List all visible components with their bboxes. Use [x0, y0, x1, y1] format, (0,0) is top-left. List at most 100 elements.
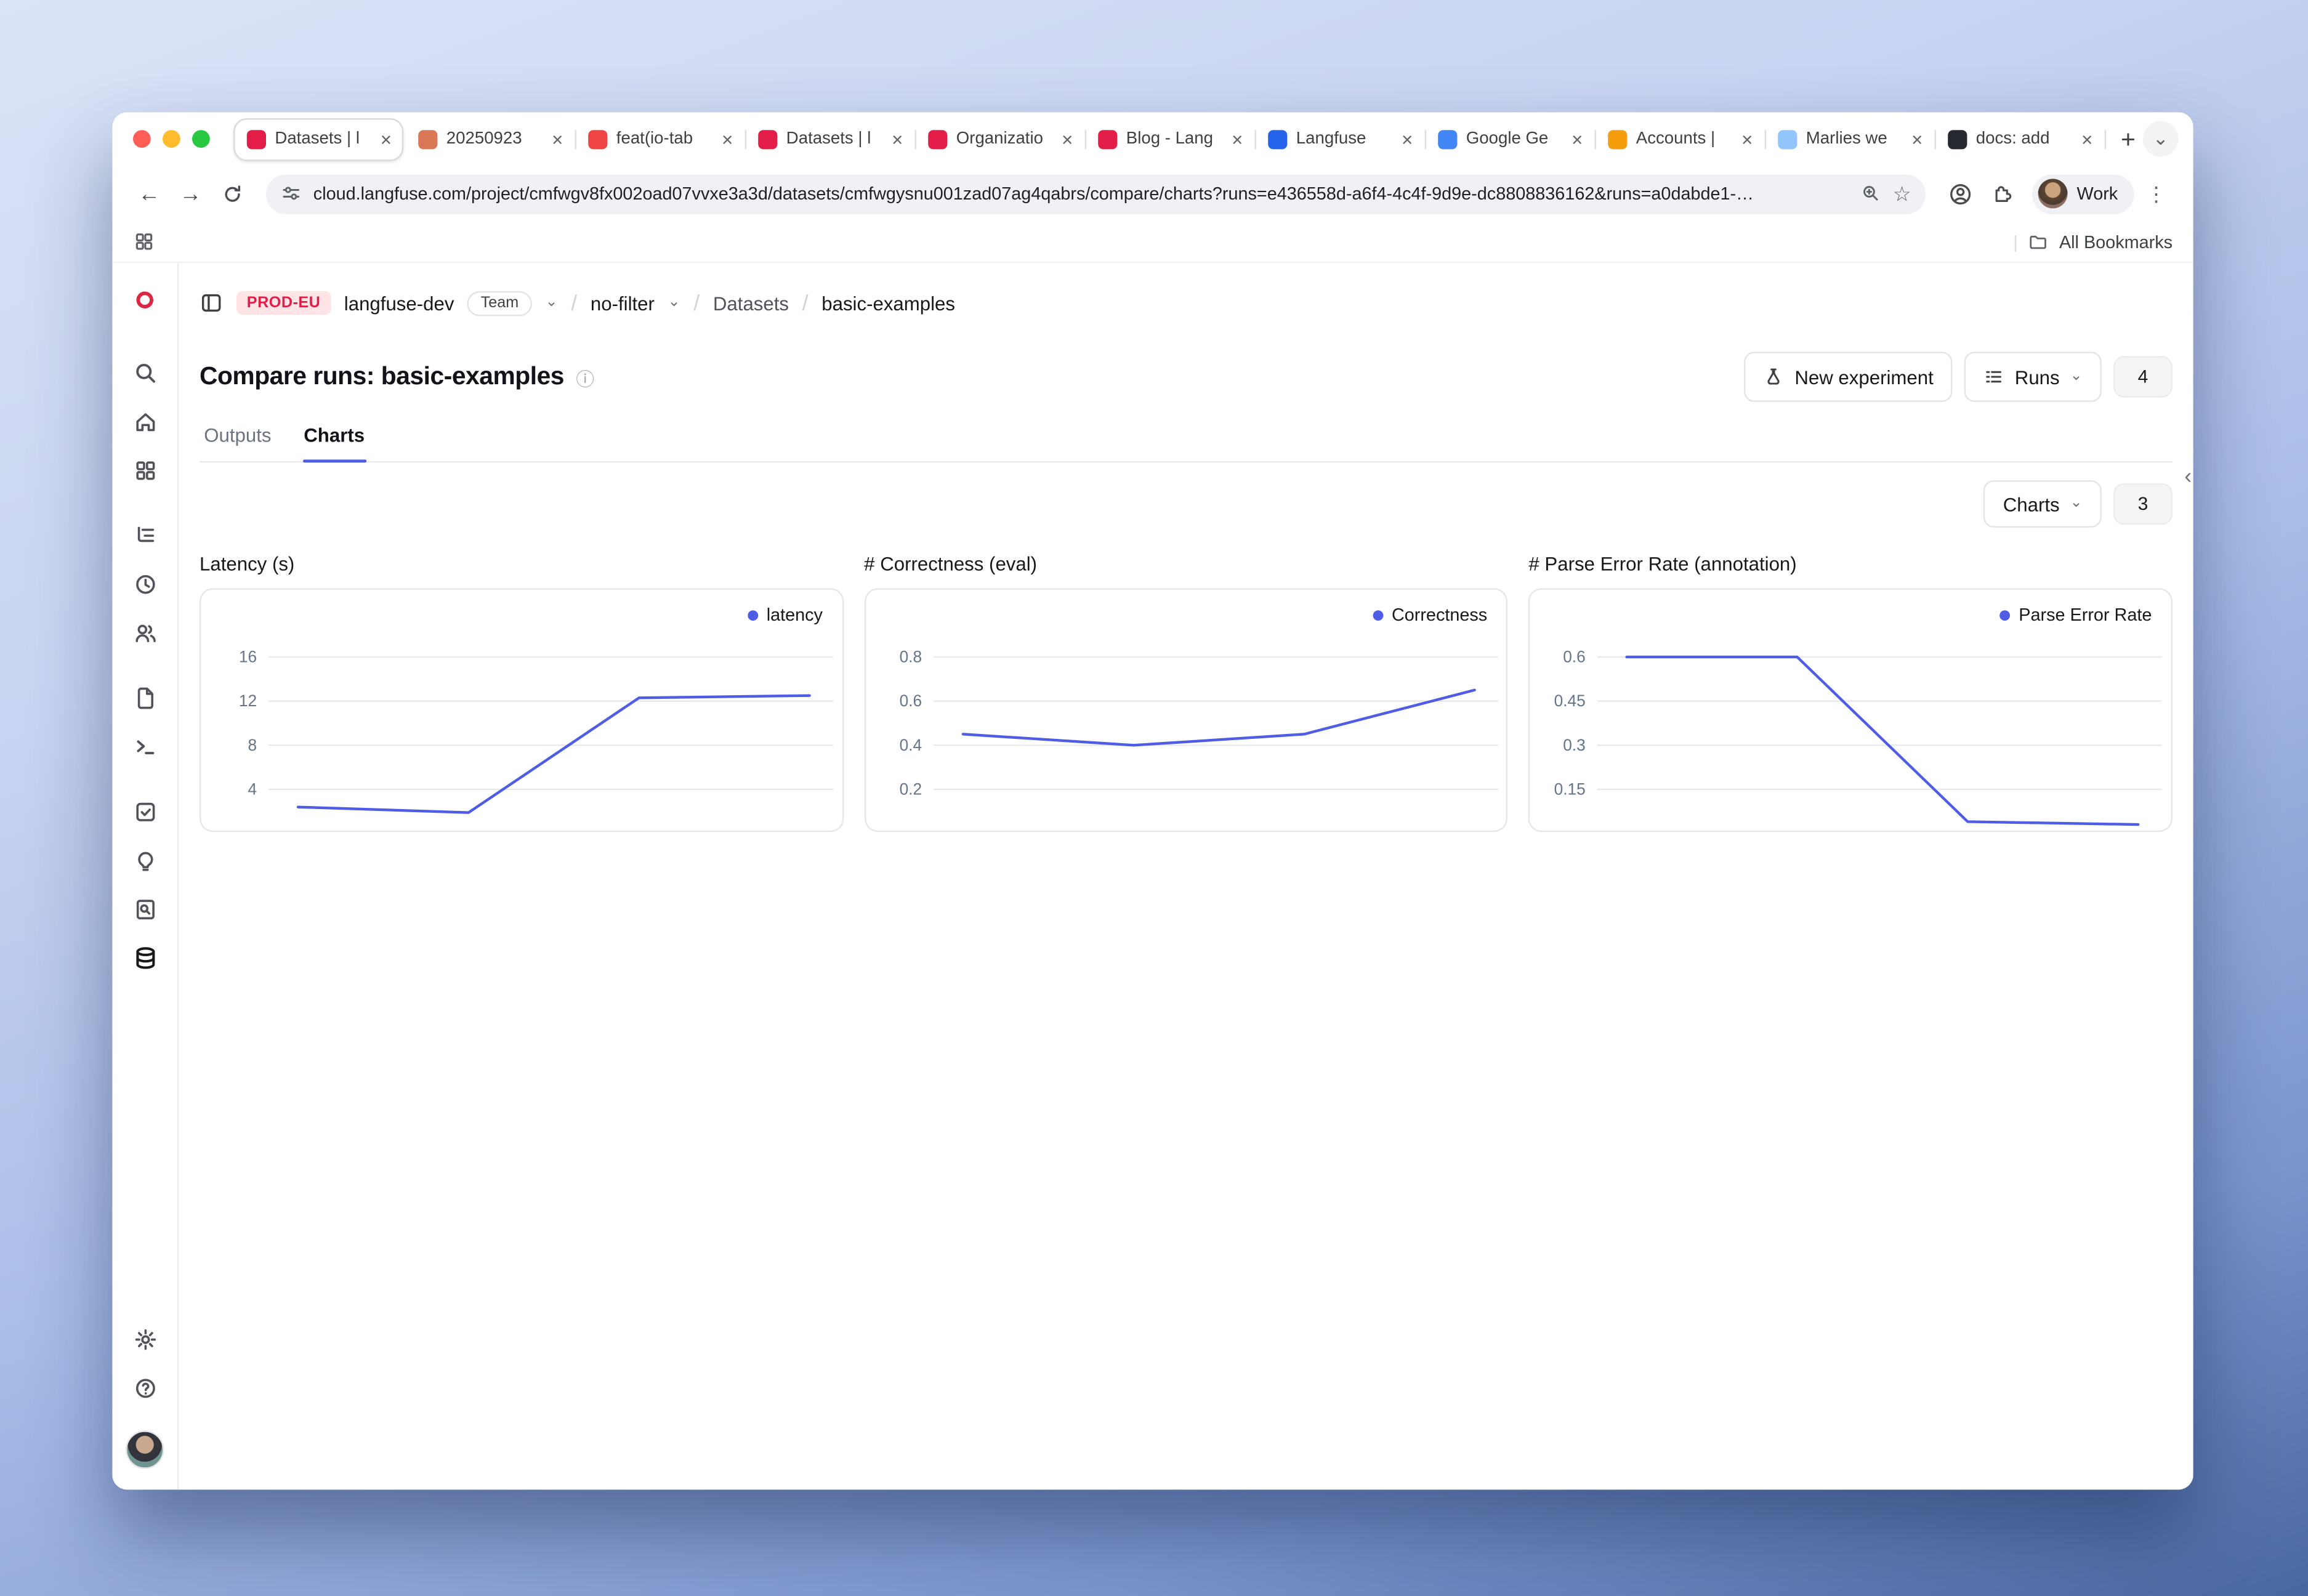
sidebar-toggle-icon[interactable] — [200, 291, 223, 315]
sidebar-scores-icon[interactable] — [132, 788, 158, 836]
sidebar-lightbulb-icon[interactable] — [132, 836, 158, 885]
browser-profile-chip[interactable]: Work — [2033, 174, 2134, 214]
apps-grid-icon[interactable] — [133, 230, 155, 252]
browser-tab[interactable]: Langfuse × — [1256, 119, 1423, 159]
legend-label: latency — [767, 605, 823, 626]
tab-label: Datasets | l — [275, 130, 368, 148]
browser-tab[interactable]: feat(io-tab × — [576, 119, 743, 159]
address-bar[interactable]: cloud.langfuse.com/project/cmfwgv8fx002o… — [266, 174, 1926, 214]
breadcrumb-separator: / — [802, 291, 809, 316]
browser-tab[interactable]: Datasets | l × — [233, 118, 403, 161]
account-icon[interactable] — [1941, 181, 1979, 206]
sidebar-search-icon[interactable] — [132, 349, 158, 397]
chart-parse-error-rate: # Parse Error Rate (annotation) Parse Er… — [1528, 553, 2173, 832]
org-switcher-chevron-icon[interactable]: ⌄ — [546, 296, 558, 310]
breadcrumb-datasets-link[interactable]: Datasets — [713, 292, 789, 314]
sidebar-users-icon[interactable] — [132, 609, 158, 658]
svg-text:0.2: 0.2 — [899, 780, 922, 798]
sidebar-sessions-clock-icon[interactable] — [132, 560, 158, 609]
panel-collapse-icon[interactable]: ‹ — [2184, 465, 2192, 488]
all-bookmarks[interactable]: | All Bookmarks — [2013, 232, 2173, 252]
tab-close-icon[interactable]: × — [1568, 128, 1586, 150]
tab-close-icon[interactable]: × — [1059, 128, 1076, 150]
project-name[interactable]: no-filter — [591, 292, 655, 314]
sidebar-tracing-icon[interactable] — [132, 511, 158, 560]
tab-close-icon[interactable]: × — [377, 128, 395, 150]
info-icon[interactable]: ⓘ — [576, 363, 594, 391]
tab-close-icon[interactable]: × — [2078, 128, 2096, 150]
close-window-button[interactable] — [133, 130, 151, 148]
tab-favicon-icon — [1268, 129, 1287, 148]
runs-label: Runs — [2015, 366, 2060, 388]
url-text[interactable]: cloud.langfuse.com/project/cmfwgv8fx002o… — [313, 183, 1849, 204]
all-bookmarks-label: All Bookmarks — [2059, 232, 2173, 252]
tab-close-icon[interactable]: × — [1738, 128, 1756, 150]
tab-close-icon[interactable]: × — [1398, 128, 1416, 150]
tab-label: Datasets | l — [786, 130, 880, 148]
browser-tab[interactable]: Datasets | l × — [746, 119, 913, 159]
browser-tab[interactable]: Accounts | × — [1596, 119, 1763, 159]
tab-label: Organizatio — [956, 130, 1050, 148]
tab-close-icon[interactable]: × — [719, 128, 736, 150]
tab-favicon-icon — [1608, 129, 1627, 148]
environment-badge: PROD-EU — [236, 291, 331, 315]
tab-close-icon[interactable]: × — [1908, 128, 1926, 150]
forward-button[interactable]: → — [171, 181, 209, 206]
reload-button[interactable] — [213, 182, 251, 204]
langfuse-logo-icon[interactable] — [129, 284, 161, 316]
back-button[interactable]: ← — [130, 181, 168, 206]
svg-text:16: 16 — [239, 647, 257, 666]
organization-name[interactable]: langfuse-dev — [344, 292, 454, 314]
tab-search-button[interactable]: ⌄ — [2143, 121, 2179, 157]
bookmarks-bar: | All Bookmarks — [112, 222, 2193, 263]
tab-label: Blog - Lang — [1126, 130, 1220, 148]
tab-label: Langfuse — [1296, 130, 1390, 148]
charts-dropdown-button[interactable]: Charts ⌄ — [1984, 480, 2102, 528]
tab-close-icon[interactable]: × — [889, 128, 906, 150]
maximize-window-button[interactable] — [192, 130, 210, 148]
tab-label: Accounts | — [1636, 130, 1730, 148]
user-avatar[interactable] — [126, 1430, 164, 1469]
project-switcher-chevron-icon[interactable]: ⌄ — [668, 296, 680, 310]
tab-close-icon[interactable]: × — [1229, 128, 1246, 150]
chevron-down-icon: ⌄ — [2070, 369, 2082, 384]
svg-text:0.45: 0.45 — [1554, 691, 1586, 710]
tab-charts[interactable]: Charts — [302, 424, 366, 461]
runs-count-badge: 4 — [2113, 356, 2173, 397]
browser-tab[interactable]: Marlies we × — [1766, 119, 1933, 159]
browser-tab[interactable]: Blog - Lang × — [1086, 119, 1253, 159]
chart-title: # Parse Error Rate (annotation) — [1528, 553, 2173, 575]
tab-close-icon[interactable]: × — [549, 128, 566, 150]
minimize-window-button[interactable] — [163, 130, 180, 148]
macos-traffic-lights[interactable] — [133, 130, 210, 148]
tab-label: feat(io-tab — [616, 130, 710, 148]
browser-tab[interactable]: Google Ge × — [1426, 119, 1593, 159]
runs-dropdown-button[interactable]: Runs ⌄ — [1964, 352, 2102, 402]
tab-label: 20250923 — [446, 130, 540, 148]
chart-legend: Parse Error Rate — [1999, 605, 2152, 626]
page-header: Compare runs: basic-examples ⓘ New exper… — [200, 352, 2173, 402]
page-tabs: Outputs Charts — [200, 424, 2173, 462]
sidebar-playground-terminal-icon[interactable] — [132, 723, 158, 772]
sidebar-home-icon[interactable] — [132, 398, 158, 446]
tab-outputs[interactable]: Outputs — [203, 424, 273, 461]
new-experiment-button[interactable]: New experiment — [1745, 352, 1953, 402]
browser-tab[interactable]: Organizatio × — [916, 119, 1083, 159]
main-content: PROD-EU langfuse-dev Team ⌄ / no-filter … — [179, 263, 2193, 1489]
extensions-puzzle-icon[interactable] — [1982, 182, 2020, 205]
new-experiment-label: New experiment — [1794, 366, 1933, 388]
sidebar-settings-gear-icon[interactable] — [132, 1315, 158, 1364]
sidebar-dashboard-icon[interactable] — [132, 446, 158, 495]
browser-tab[interactable]: docs: add × — [1936, 119, 2103, 159]
browser-tab[interactable]: 20250923 × — [406, 119, 573, 159]
sidebar-help-icon[interactable] — [132, 1364, 158, 1413]
legend-dot — [1999, 610, 2010, 620]
sidebar-datasets-icon[interactable] — [132, 934, 158, 983]
browser-menu-icon[interactable]: ⋮ — [2137, 181, 2175, 206]
site-settings-icon[interactable] — [281, 183, 302, 204]
zoom-icon[interactable] — [1860, 183, 1881, 204]
sidebar-evaluators-icon[interactable] — [132, 885, 158, 934]
breadcrumb-current-item[interactable]: basic-examples — [821, 292, 955, 314]
bookmark-star-icon[interactable]: ☆ — [1893, 181, 1911, 206]
sidebar-prompts-icon[interactable] — [132, 674, 158, 722]
